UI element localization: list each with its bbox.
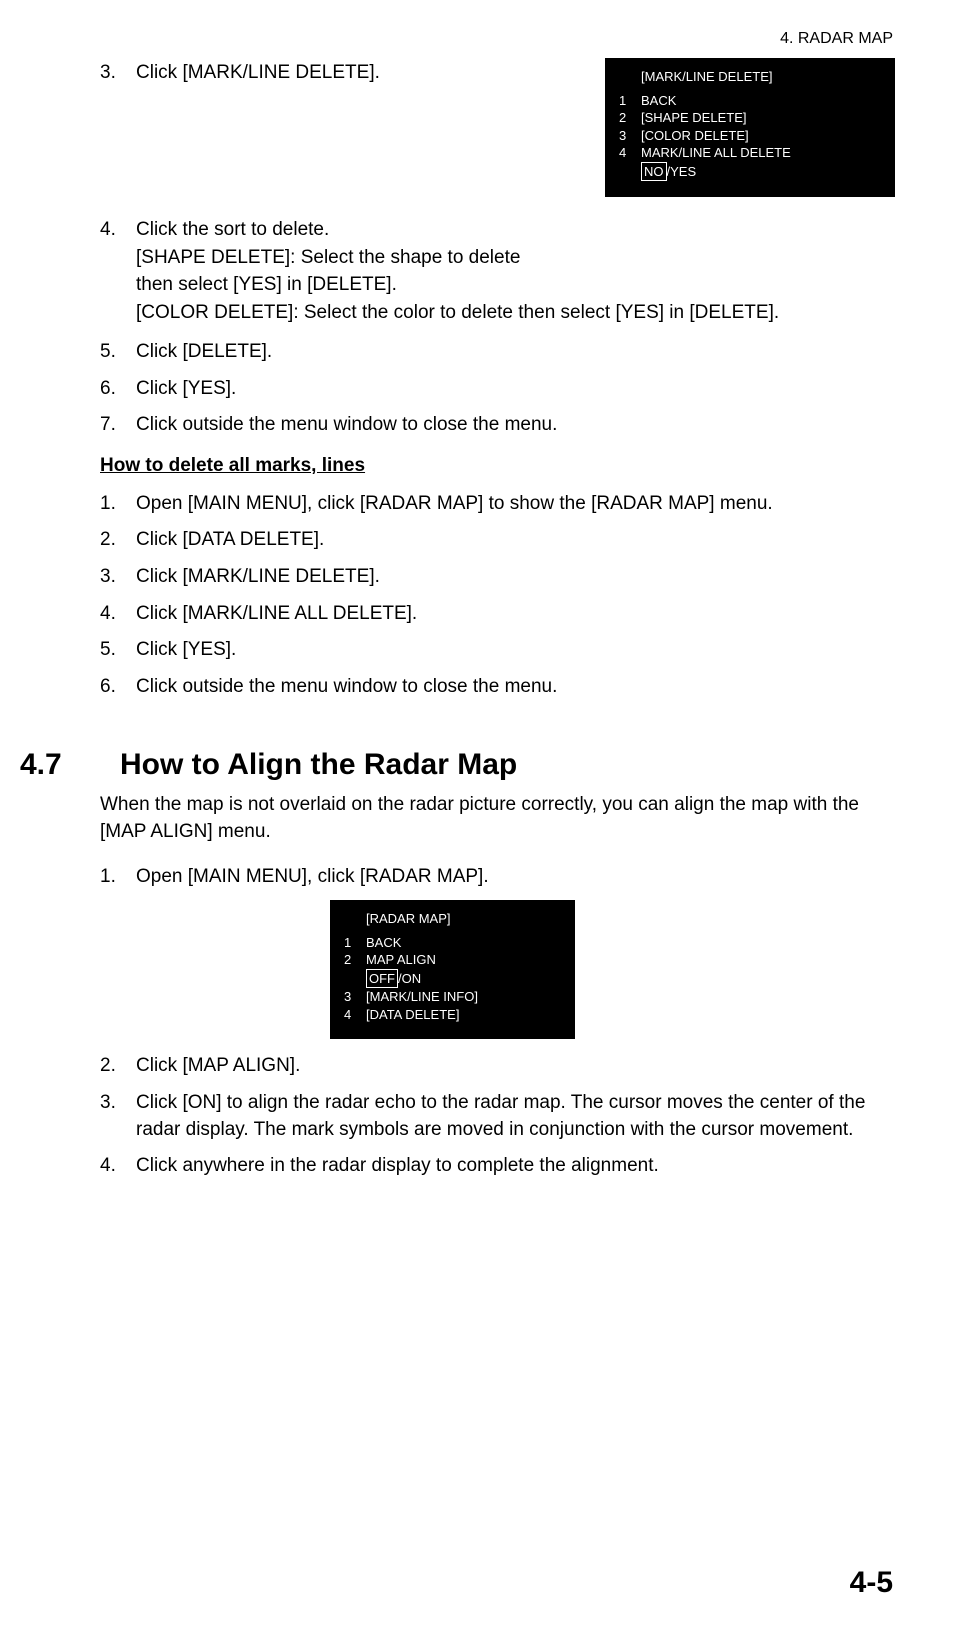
step-number: 1. (100, 491, 136, 518)
step-number: 4. (100, 217, 136, 329)
menu-title: [RADAR MAP] (366, 910, 561, 928)
list-item: 7. Click outside the menu window to clos… (100, 412, 893, 439)
step-text: Open [MAIN MENU], click [RADAR MAP] to s… (136, 491, 893, 518)
step-text: Click [MARK/LINE ALL DELETE]. (136, 601, 893, 628)
step-number: 3. (100, 564, 136, 591)
chapter-header: 4. RADAR MAP (780, 30, 893, 48)
list-item: 5. Click [YES]. (100, 637, 893, 664)
step-text: Click [MARK/LINE DELETE]. (136, 564, 893, 591)
step-number: 2. (100, 1053, 136, 1080)
menu-option-row: OFF/ON (366, 969, 561, 989)
menu-item: 3[COLOR DELETE] (619, 127, 881, 145)
list-item: 5. Click [DELETE]. (100, 339, 893, 366)
section-title: How to Align the Radar Map (120, 748, 517, 782)
list-item: 3. Click [MARK/LINE DELETE]. (100, 564, 893, 591)
menu-item: 1BACK (344, 934, 561, 952)
section-intro: When the map is not overlaid on the rada… (100, 792, 893, 845)
radar-map-menu: [RADAR MAP] 1BACK 2MAP ALIGN OFF/ON 3[MA… (330, 900, 575, 1039)
step-number: 4. (100, 601, 136, 628)
step-number: 7. (100, 412, 136, 439)
list-item: 3. Click [ON] to align the radar echo to… (100, 1090, 893, 1143)
list-item: 2. Click [MAP ALIGN]. (100, 1053, 893, 1080)
list-item: 4. Click the sort to delete. [SHAPE DELE… (100, 217, 893, 329)
section-heading: 4.7 How to Align the Radar Map (100, 748, 893, 782)
step-text: Click [DELETE]. (136, 339, 893, 366)
step-number: 2. (100, 527, 136, 554)
step-text: Click [MARK/LINE DELETE]. (136, 60, 556, 87)
step-number: 1. (100, 864, 136, 891)
page-number: 4-5 (850, 1566, 893, 1600)
step-number: 5. (100, 637, 136, 664)
step-text: Click the sort to delete. [SHAPE DELETE]… (136, 217, 893, 329)
step-text: Click [YES]. (136, 637, 893, 664)
list-item: 6. Click outside the menu window to clos… (100, 674, 893, 701)
step-text: Click [DATA DELETE]. (136, 527, 893, 554)
menu-item: 1BACK (619, 92, 881, 110)
menu-option-row: NO/YES (641, 162, 881, 182)
menu-item: 2[SHAPE DELETE] (619, 109, 881, 127)
step-text: Click outside the menu window to close t… (136, 674, 893, 701)
step-text: Click anywhere in the radar display to c… (136, 1153, 893, 1180)
step-number: 6. (100, 376, 136, 403)
list-item: 4. Click anywhere in the radar display t… (100, 1153, 893, 1180)
list-item: 4. Click [MARK/LINE ALL DELETE]. (100, 601, 893, 628)
step-text: Click [MAP ALIGN]. (136, 1053, 893, 1080)
step-text: Click [ON] to align the radar echo to th… (136, 1090, 893, 1143)
subsection-heading: How to delete all marks, lines (100, 455, 893, 477)
step-number: 3. (100, 60, 136, 87)
step-number: 3. (100, 1090, 136, 1143)
step-text: Click [YES]. (136, 376, 893, 403)
menu-item: 2MAP ALIGN (344, 951, 561, 969)
list-item: 1. Open [MAIN MENU], click [RADAR MAP]. (100, 864, 893, 891)
step-number: 4. (100, 1153, 136, 1180)
list-item: 6. Click [YES]. (100, 376, 893, 403)
step-text: Click outside the menu window to close t… (136, 412, 893, 439)
section-number: 4.7 (20, 748, 120, 782)
menu-item: 4[DATA DELETE] (344, 1006, 561, 1024)
list-item: 2. Click [DATA DELETE]. (100, 527, 893, 554)
step-number: 5. (100, 339, 136, 366)
menu-item: 3[MARK/LINE INFO] (344, 988, 561, 1006)
step-number: 6. (100, 674, 136, 701)
menu-item: 4MARK/LINE ALL DELETE (619, 144, 881, 162)
step-text: Open [MAIN MENU], click [RADAR MAP]. (136, 864, 893, 891)
menu-title: [MARK/LINE DELETE] (641, 68, 881, 86)
list-item: 1. Open [MAIN MENU], click [RADAR MAP] t… (100, 491, 893, 518)
mark-line-delete-menu: [MARK/LINE DELETE] 1BACK 2[SHAPE DELETE]… (605, 58, 895, 197)
